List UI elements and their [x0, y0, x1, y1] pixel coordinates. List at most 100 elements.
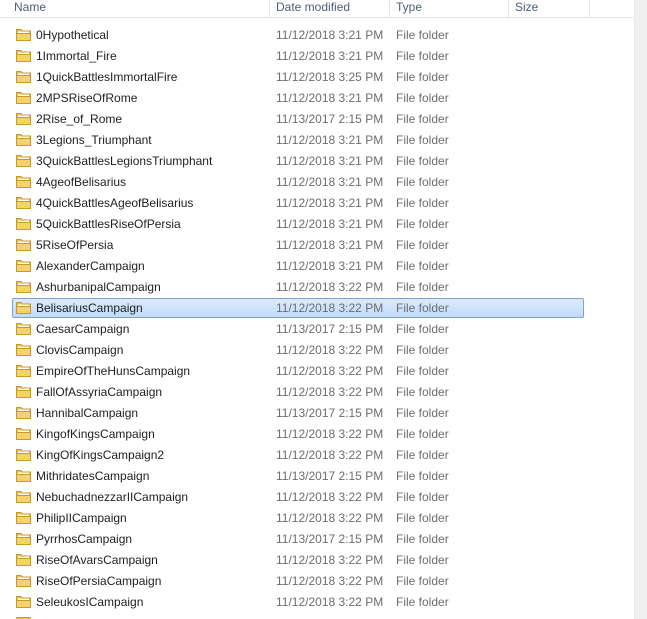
folder-name: SeleukosICampaign: [36, 595, 144, 609]
column-header-name[interactable]: Name: [8, 0, 270, 17]
folder-row[interactable]: RiseOfPersiaCampaign 11/12/2018 3:22 PM Fi…: [0, 571, 634, 592]
folder-row[interactable]: AlexanderCampaign 11/12/2018 3:21 PM File …: [0, 256, 634, 277]
folder-icon: [16, 239, 31, 251]
folder-row[interactable]: 5RiseOfPersia 11/12/2018 3:21 PM File fold…: [0, 235, 634, 256]
file-size: [515, 235, 585, 256]
folder-row[interactable]: FallOfAssyriaCampaign 11/12/2018 3:22 PM F…: [0, 382, 634, 403]
file-size: [515, 109, 585, 130]
folder-row[interactable]: MithridatesCampaign 11/13/2017 2:15 PM Fil…: [0, 466, 634, 487]
folder-row[interactable]: CaesarCampaign 11/13/2017 2:15 PM File fol…: [0, 319, 634, 340]
folder-icon: [16, 281, 31, 293]
file-type: File folder: [396, 574, 449, 588]
folder-icon: [16, 344, 31, 356]
date-modified: 11/12/2018 3:21 PM: [276, 49, 384, 63]
folder-row[interactable]: RiseOfAvarsCampaign 11/12/2018 3:22 PM Fil…: [0, 550, 634, 571]
file-type: File folder: [396, 490, 449, 504]
file-list-view: Name Date modified Type Size 0Hypothetic…: [0, 0, 647, 619]
file-size: [515, 46, 585, 67]
file-type: File folder: [396, 28, 449, 42]
folder-name: HannibalCampaign: [36, 406, 139, 420]
file-type: File folder: [396, 49, 449, 63]
folder-name: 1QuickBattlesImmortalFire: [36, 70, 178, 84]
folder-name: 3Legions_Triumphant: [36, 133, 152, 147]
folder-name: PyrrhosCampaign: [36, 532, 133, 546]
folder-icon: [16, 533, 31, 545]
column-header-date-modified[interactable]: Date modified: [270, 0, 390, 17]
folder-row[interactable]: AshurbanipalCampaign 11/12/2018 3:22 PM Fi…: [0, 277, 634, 298]
folder-row[interactable]: 2Rise_of_Rome 11/13/2017 2:15 PM File fold…: [0, 109, 634, 130]
folder-row[interactable]: 4AgeofBelisarius 11/12/2018 3:21 PM File f…: [0, 172, 634, 193]
column-header-size[interactable]: Size: [509, 0, 590, 17]
column-header-type[interactable]: Type: [390, 0, 509, 17]
date-modified: 11/12/2018 3:22 PM: [276, 553, 384, 567]
folder-name: 1Immortal_Fire: [36, 49, 117, 63]
file-size: [515, 445, 585, 466]
date-modified: 11/12/2018 3:21 PM: [276, 133, 384, 147]
file-type: File folder: [396, 154, 449, 168]
file-type: File folder: [396, 70, 449, 84]
file-size: [515, 508, 585, 529]
folder-row[interactable]: 1Immortal_Fire 11/12/2018 3:21 PM File fol…: [0, 46, 634, 67]
file-size: [515, 571, 585, 592]
folder-name: RiseOfAvarsCampaign: [36, 553, 158, 567]
folder-icon: [16, 491, 31, 503]
folder-row[interactable]: KingOfKingsCampaign2 11/12/2018 3:22 PM Fi…: [0, 445, 634, 466]
date-modified: 11/13/2017 2:15 PM: [276, 322, 384, 336]
folder-row[interactable]: 4QuickBattlesAgeofBelisarius 11/12/2018 3…: [0, 193, 634, 214]
date-modified: 11/12/2018 3:21 PM: [276, 175, 384, 189]
date-modified: 11/12/2018 3:21 PM: [276, 196, 384, 210]
folder-row[interactable]: PyrrhosCampaign 11/13/2017 2:15 PM File fo…: [0, 529, 634, 550]
date-modified: 11/12/2018 3:21 PM: [276, 91, 384, 105]
partial-row-peek: [0, 613, 634, 619]
folder-row-selected[interactable]: BelisariusCampaign 11/12/2018 3:22 PM File…: [0, 298, 634, 319]
file-type: File folder: [396, 322, 449, 336]
folder-row[interactable]: NebuchadnezzarIICampaign 11/12/2018 3:22 …: [0, 487, 634, 508]
folder-icon: [16, 554, 31, 566]
file-rows: 0Hypothetical 11/12/2018 3:21 PM File fold…: [0, 25, 634, 613]
file-size: [515, 88, 585, 109]
folder-row[interactable]: 1QuickBattlesImmortalFire 11/12/2018 3:25…: [0, 67, 634, 88]
folder-row[interactable]: HannibalCampaign 11/13/2017 2:15 PM File f…: [0, 403, 634, 424]
folder-row[interactable]: PhilipIICampaign 11/12/2018 3:22 PM File f…: [0, 508, 634, 529]
folder-row[interactable]: KingofKingsCampaign 11/12/2018 3:22 PM Fil…: [0, 424, 634, 445]
folder-row[interactable]: 0Hypothetical 11/12/2018 3:21 PM File fold…: [0, 25, 634, 46]
file-size: [515, 151, 585, 172]
folder-icon: [16, 323, 31, 335]
folder-icon: [16, 260, 31, 272]
folder-name: 2Rise_of_Rome: [36, 112, 123, 126]
file-type: File folder: [396, 238, 449, 252]
folder-icon: [16, 134, 31, 146]
folder-row[interactable]: 2MPSRiseOfRome 11/12/2018 3:21 PM File fol…: [0, 88, 634, 109]
folder-row[interactable]: ClovisCampaign 11/12/2018 3:22 PM File fol…: [0, 340, 634, 361]
date-modified: 11/12/2018 3:22 PM: [276, 364, 384, 378]
file-size: [515, 172, 585, 193]
folder-icon: [16, 50, 31, 62]
date-modified: 11/12/2018 3:21 PM: [276, 154, 384, 168]
file-size: [515, 256, 585, 277]
folder-icon: [16, 197, 31, 209]
folder-name: 5RiseOfPersia: [36, 238, 114, 252]
folder-icon: [16, 575, 31, 587]
date-modified: 11/12/2018 3:22 PM: [276, 301, 384, 315]
folder-row[interactable]: EmpireOfTheHunsCampaign 11/12/2018 3:22 P…: [0, 361, 634, 382]
folder-row[interactable]: 3QuickBattlesLegionsTriumphant 11/12/2018…: [0, 151, 634, 172]
file-size: [515, 298, 585, 319]
date-modified: 11/12/2018 3:21 PM: [276, 259, 384, 273]
folder-row[interactable]: 3Legions_Triumphant 11/12/2018 3:21 PM Fil…: [0, 130, 634, 151]
folder-name: BelisariusCampaign: [36, 301, 143, 315]
file-size: [515, 277, 585, 298]
date-modified: 11/12/2018 3:25 PM: [276, 70, 384, 84]
vertical-scrollbar[interactable]: [634, 0, 647, 619]
folder-name: 4QuickBattlesAgeofBelisarius: [36, 196, 194, 210]
folder-icon: [16, 71, 31, 83]
file-type: File folder: [396, 511, 449, 525]
folder-row[interactable]: SeleukosICampaign 11/12/2018 3:22 PM File …: [0, 592, 634, 613]
date-modified: 11/13/2017 2:15 PM: [276, 406, 384, 420]
file-type: File folder: [396, 406, 449, 420]
file-type: File folder: [396, 280, 449, 294]
file-size: [515, 130, 585, 151]
folder-row[interactable]: 5QuickBattlesRiseOfPersia 11/12/2018 3:21…: [0, 214, 634, 235]
folder-icon: [16, 113, 31, 125]
file-type: File folder: [396, 91, 449, 105]
file-size: [515, 529, 585, 550]
